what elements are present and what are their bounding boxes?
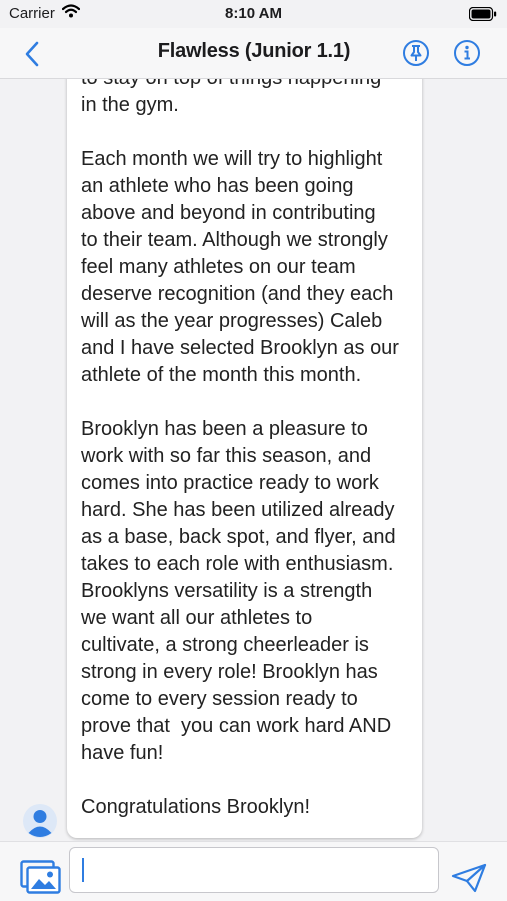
avatar-icon[interactable] — [23, 804, 57, 841]
send-icon[interactable] — [451, 863, 487, 898]
info-icon[interactable] — [453, 39, 481, 72]
battery-icon — [468, 6, 497, 26]
status-bar: Carrier 8:10 AM — [0, 0, 507, 28]
page-title: Flawless (Junior 1.1) — [157, 40, 351, 62]
message-bubble: to stay on top of things happening in th… — [67, 79, 422, 838]
photo-library-icon[interactable] — [20, 860, 62, 899]
chat-area[interactable]: to stay on top of things happening in th… — [0, 79, 507, 841]
navigation-bar: Flawless (Junior 1.1) — [0, 28, 507, 79]
pin-icon[interactable] — [402, 39, 430, 72]
back-chevron-icon[interactable] — [24, 41, 40, 72]
text-caret — [82, 858, 84, 882]
message-input[interactable] — [69, 847, 439, 893]
status-time: 8:10 AM — [225, 5, 282, 22]
message-text: to stay on top of things happening in th… — [81, 79, 399, 818]
message-composer-bar — [0, 841, 507, 901]
